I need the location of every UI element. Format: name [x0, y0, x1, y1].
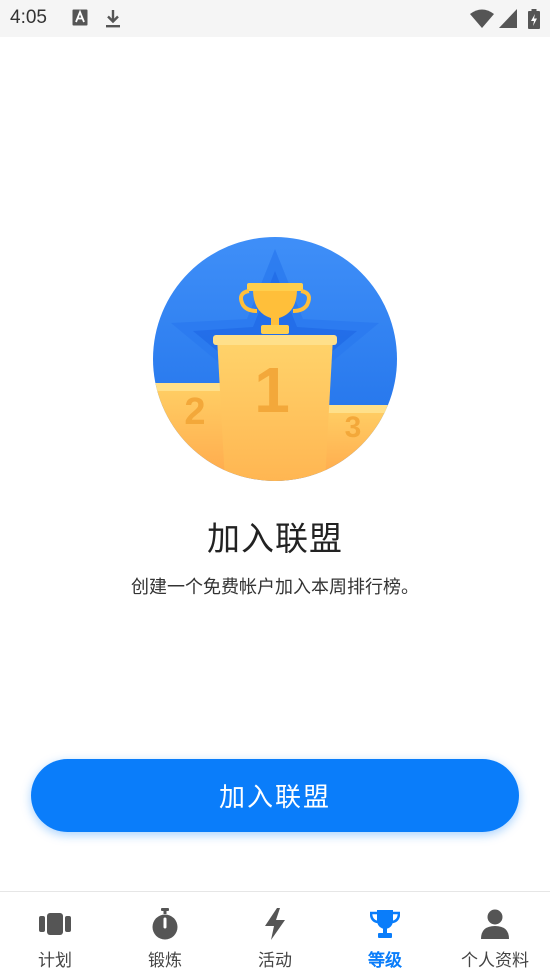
join-league-button[interactable]: 加入联盟: [31, 759, 519, 832]
nav-item-profile[interactable]: 个人资料: [440, 892, 550, 979]
nav-item-plan[interactable]: 计划: [0, 892, 110, 979]
signal-icon: [499, 9, 517, 32]
nav-item-workout[interactable]: 锻炼: [110, 892, 220, 979]
nav-label-plan: 计划: [38, 951, 72, 971]
status-time: 4:05: [10, 7, 47, 28]
person-icon: [478, 908, 512, 940]
second-place-number: 2: [184, 391, 205, 433]
lightning-icon: [258, 908, 292, 940]
download-icon: [104, 9, 122, 32]
nav-item-activity[interactable]: 活动: [220, 892, 330, 979]
third-place-number: 3: [345, 411, 362, 444]
stopwatch-icon: [148, 908, 182, 940]
nav-label-activity: 活动: [258, 951, 292, 971]
battery-icon: [528, 9, 540, 33]
nav-item-ranking[interactable]: 等级: [330, 892, 440, 979]
leaderboard-illustration: 1 2 3: [153, 237, 397, 481]
nav-label-ranking: 等级: [368, 951, 402, 971]
page-subtitle: 创建一个免费帐户加入本周排行榜。: [131, 577, 419, 598]
first-place-number: 1: [254, 354, 290, 426]
trophy-icon: [368, 908, 402, 940]
nav-label-workout: 锻炼: [148, 951, 182, 971]
plan-icon: [38, 908, 72, 940]
page-title: 加入联盟: [207, 519, 343, 558]
status-bar: 4:05: [0, 0, 550, 37]
nav-label-profile: 个人资料: [461, 951, 529, 971]
wifi-icon: [470, 9, 494, 32]
font-notification-icon: [72, 9, 88, 30]
bottom-navigation: 计划 锻炼 活动 等级 个人资料: [0, 891, 550, 979]
